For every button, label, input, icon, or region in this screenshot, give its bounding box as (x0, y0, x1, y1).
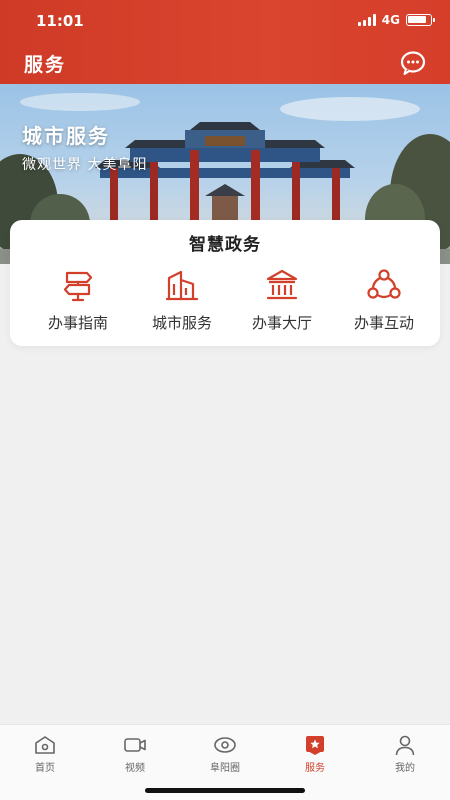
card-title: 智慧政务 (189, 235, 261, 255)
service-interaction-label: 办事互动 (353, 314, 414, 332)
top-header: 11:01 4G 服务 (0, 0, 450, 84)
status-indicators: 4G (357, 13, 435, 27)
tab-fuyang-circle-label: 阜阳圈 (210, 763, 240, 774)
tab-home[interactable]: 首页 (0, 733, 90, 774)
status-bar: 11:01 4G (0, 0, 450, 44)
tab-mine-label: 我的 (395, 763, 415, 774)
smart-government-card: 智慧政务 办事指南 城市服务 办事大厅 办事互动 (10, 220, 440, 346)
star-bookmark-icon (306, 736, 324, 755)
status-time: 11:01 (36, 12, 84, 30)
city-service-label: 城市服务 (151, 314, 212, 332)
service-interaction-item[interactable]: 办事互动 (334, 268, 434, 333)
battery-icon (406, 14, 435, 26)
city-service-item[interactable]: 城市服务 (132, 268, 232, 333)
signal-icon (357, 14, 376, 26)
tab-service[interactable]: 服务 (270, 733, 360, 774)
tab-home-label: 首页 (35, 763, 55, 774)
network-type: 4G (381, 13, 400, 27)
tab-service-label: 服务 (305, 763, 325, 774)
service-guide-item[interactable]: 办事指南 (28, 268, 128, 333)
banner-title: 城市服务 (22, 124, 110, 148)
signpost-icon (63, 271, 93, 302)
service-hall-label: 办事大厅 (251, 314, 312, 332)
city-building-icon (165, 270, 199, 301)
service-guide-label: 办事指南 (47, 314, 108, 332)
government-hall-icon (266, 269, 298, 300)
tab-video[interactable]: 视频 (90, 733, 180, 774)
chat-bubble-icon[interactable] (400, 50, 426, 76)
video-camera-icon (124, 738, 146, 752)
page-title: 服务 (24, 54, 67, 76)
home-icon (35, 736, 55, 754)
tab-mine[interactable]: 我的 (360, 733, 450, 774)
eye-icon (214, 737, 236, 753)
person-icon (395, 735, 415, 756)
tab-video-label: 视频 (125, 763, 145, 774)
home-indicator (145, 788, 305, 793)
service-hall-item[interactable]: 办事大厅 (232, 268, 332, 333)
tab-fuyang-circle[interactable]: 阜阳圈 (180, 733, 270, 774)
banner-subtitle: 微观世界 大美阜阳 (22, 157, 148, 173)
interaction-network-icon (367, 269, 401, 299)
